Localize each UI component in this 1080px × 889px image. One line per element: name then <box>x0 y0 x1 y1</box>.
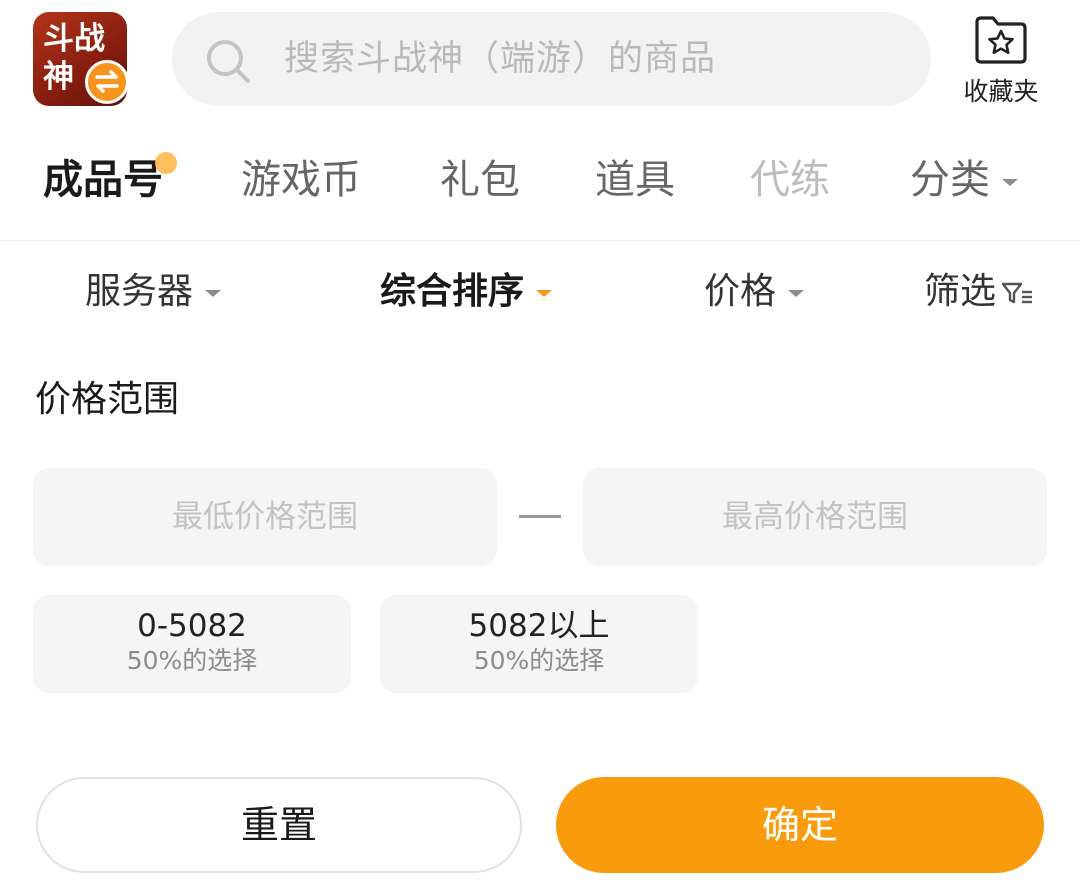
star-folder-icon <box>975 16 1027 64</box>
sort-filter-bar: 服务器 综合排序 价格 筛选 <box>0 262 1080 322</box>
tab-label: 成品号 <box>43 157 163 203</box>
tab-gift-pack[interactable]: 礼包 <box>440 150 520 210</box>
price-chip-low[interactable]: 0-5082 50%的选择 <box>33 595 351 693</box>
tab-label: 分类 <box>910 157 990 203</box>
price-dropdown[interactable]: 价格 <box>704 262 805 322</box>
reset-button[interactable]: 重置 <box>36 777 522 873</box>
favorites-label: 收藏夹 <box>963 77 1039 106</box>
chip-value: 5082以上 <box>468 608 610 644</box>
switch-icon <box>85 60 127 104</box>
tab-label: 代练 <box>750 157 830 203</box>
chip-share: 50%的选择 <box>126 646 258 675</box>
tab-label: 游戏币 <box>241 157 361 203</box>
tab-category[interactable]: 分类 <box>910 150 1018 210</box>
favorites-button[interactable]: 收藏夹 <box>955 14 1047 108</box>
price-label: 价格 <box>704 271 777 312</box>
server-dropdown[interactable]: 服务器 <box>85 262 222 322</box>
app-logo[interactable]: 斗战神 <box>33 12 127 106</box>
sort-label: 综合排序 <box>380 271 525 312</box>
server-label: 服务器 <box>85 271 194 312</box>
tab-items[interactable]: 道具 <box>595 150 675 210</box>
tab-game-currency[interactable]: 游戏币 <box>241 150 361 210</box>
tab-label: 道具 <box>595 157 675 203</box>
range-separator <box>519 515 561 518</box>
chip-value: 0-5082 <box>137 608 247 644</box>
tab-boosting[interactable]: 代练 <box>750 150 830 210</box>
filter-button[interactable]: 筛选 <box>924 262 1034 322</box>
caret-down-icon <box>205 289 222 297</box>
search-bar[interactable]: 搜索斗战神（端游）的商品 <box>172 12 931 106</box>
price-chip-high[interactable]: 5082以上 50%的选择 <box>380 595 698 693</box>
caret-down-icon <box>1002 178 1018 186</box>
caret-down-icon <box>536 289 553 297</box>
min-price-input[interactable] <box>33 468 497 566</box>
hot-badge <box>155 152 177 174</box>
filter-icon <box>1001 282 1033 304</box>
divider <box>0 240 1080 241</box>
confirm-button[interactable]: 确定 <box>556 777 1044 873</box>
price-range-title: 价格范围 <box>35 379 180 420</box>
search-placeholder[interactable]: 搜索斗战神（端游）的商品 <box>284 12 716 106</box>
max-price-input[interactable] <box>583 468 1047 566</box>
tab-finished-account[interactable]: 成品号 <box>43 150 177 210</box>
sort-dropdown[interactable]: 综合排序 <box>380 262 553 322</box>
category-tabs: 成品号 游戏币 礼包 道具 代练 分类 <box>0 150 1080 220</box>
chip-share: 50%的选择 <box>473 646 605 675</box>
filter-label: 筛选 <box>924 271 997 312</box>
caret-down-icon <box>788 289 805 297</box>
search-icon <box>207 40 250 83</box>
tab-label: 礼包 <box>440 157 520 203</box>
